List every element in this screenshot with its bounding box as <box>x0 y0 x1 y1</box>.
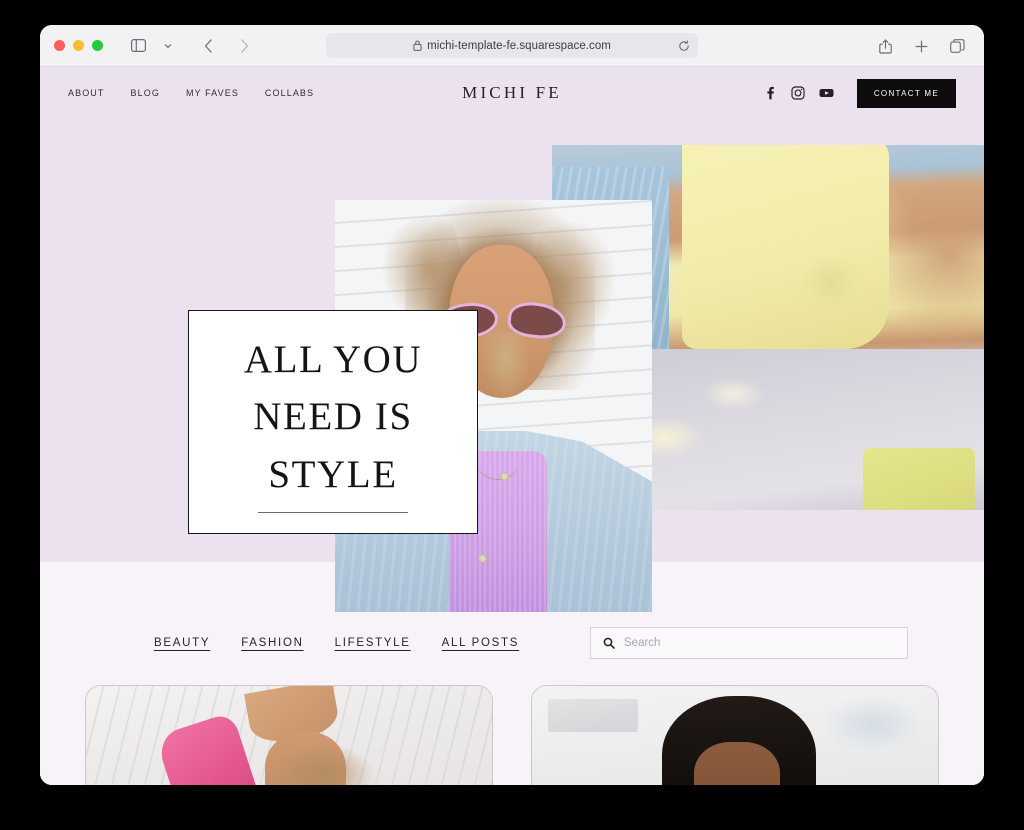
header-right-actions: CONTACT ME <box>763 78 956 108</box>
category-links: BEAUTY FASHION LIFESTYLE ALL POSTS <box>154 637 519 649</box>
hero-headline-line-1: ALL YOU <box>243 338 423 381</box>
navigation-controls <box>195 34 257 58</box>
close-window-button[interactable] <box>54 40 65 51</box>
forward-arrow-icon[interactable] <box>231 34 257 58</box>
sidebar-toggle-icon[interactable] <box>125 34 151 58</box>
browser-toolbar: michi-template-fe.squarespace.com <box>40 25 984 67</box>
instagram-icon[interactable] <box>791 86 806 101</box>
search-icon <box>603 637 615 649</box>
maximize-window-button[interactable] <box>92 40 103 51</box>
youtube-icon[interactable] <box>819 86 834 101</box>
category-beauty[interactable]: BEAUTY <box>154 637 210 649</box>
search-box[interactable] <box>590 627 908 659</box>
address-bar-container: michi-template-fe.squarespace.com <box>326 33 698 58</box>
share-icon[interactable] <box>872 34 898 58</box>
category-all-posts[interactable]: ALL POSTS <box>442 637 520 649</box>
site-logo[interactable]: MICHI FE <box>462 83 562 103</box>
reload-icon[interactable] <box>678 39 690 52</box>
category-lifestyle[interactable]: LIFESTYLE <box>335 637 411 649</box>
post-card-left[interactable] <box>85 685 493 785</box>
lock-icon <box>413 40 422 51</box>
nav-item-about[interactable]: ABOUT <box>68 88 105 98</box>
post-card-right[interactable] <box>531 685 939 785</box>
site-navigation: ABOUT BLOG MY FAVES COLLABS <box>68 88 314 98</box>
hero-headline-line-3: STYLE <box>268 452 398 496</box>
window-controls <box>54 40 103 51</box>
page-viewport: ABOUT BLOG MY FAVES COLLABS MICHI FE CON… <box>40 67 984 785</box>
minimize-window-button[interactable] <box>73 40 84 51</box>
toolbar-right-actions <box>872 25 970 67</box>
search-input[interactable] <box>624 637 895 649</box>
filter-row: BEAUTY FASHION LIFESTYLE ALL POSTS <box>40 627 984 659</box>
nav-item-my-faves[interactable]: MY FAVES <box>186 88 239 98</box>
hero-headline-line-2: NEED IS <box>253 395 413 439</box>
browser-window: michi-template-fe.squarespace.com ABOUT … <box>40 25 984 785</box>
facebook-icon[interactable] <box>763 86 778 101</box>
desktop-background: michi-template-fe.squarespace.com ABOUT … <box>0 0 1024 830</box>
nav-item-collabs[interactable]: COLLABS <box>265 88 314 98</box>
hero-text-card: ALL YOU NEED IS STYLE <box>188 310 478 534</box>
plus-icon[interactable] <box>908 34 934 58</box>
back-arrow-icon[interactable] <box>195 34 221 58</box>
sidebar-controls <box>125 34 181 58</box>
address-bar[interactable]: michi-template-fe.squarespace.com <box>326 33 698 58</box>
hero-divider <box>258 511 408 513</box>
chevron-down-icon[interactable] <box>155 34 181 58</box>
nav-item-blog[interactable]: BLOG <box>131 88 160 98</box>
url-text: michi-template-fe.squarespace.com <box>427 39 611 52</box>
category-fashion[interactable]: FASHION <box>241 637 303 649</box>
post-grid <box>40 685 984 785</box>
tab-overview-icon[interactable] <box>944 34 970 58</box>
contact-me-button[interactable]: CONTACT ME <box>856 78 956 108</box>
site-header: ABOUT BLOG MY FAVES COLLABS MICHI FE CON… <box>40 67 984 119</box>
